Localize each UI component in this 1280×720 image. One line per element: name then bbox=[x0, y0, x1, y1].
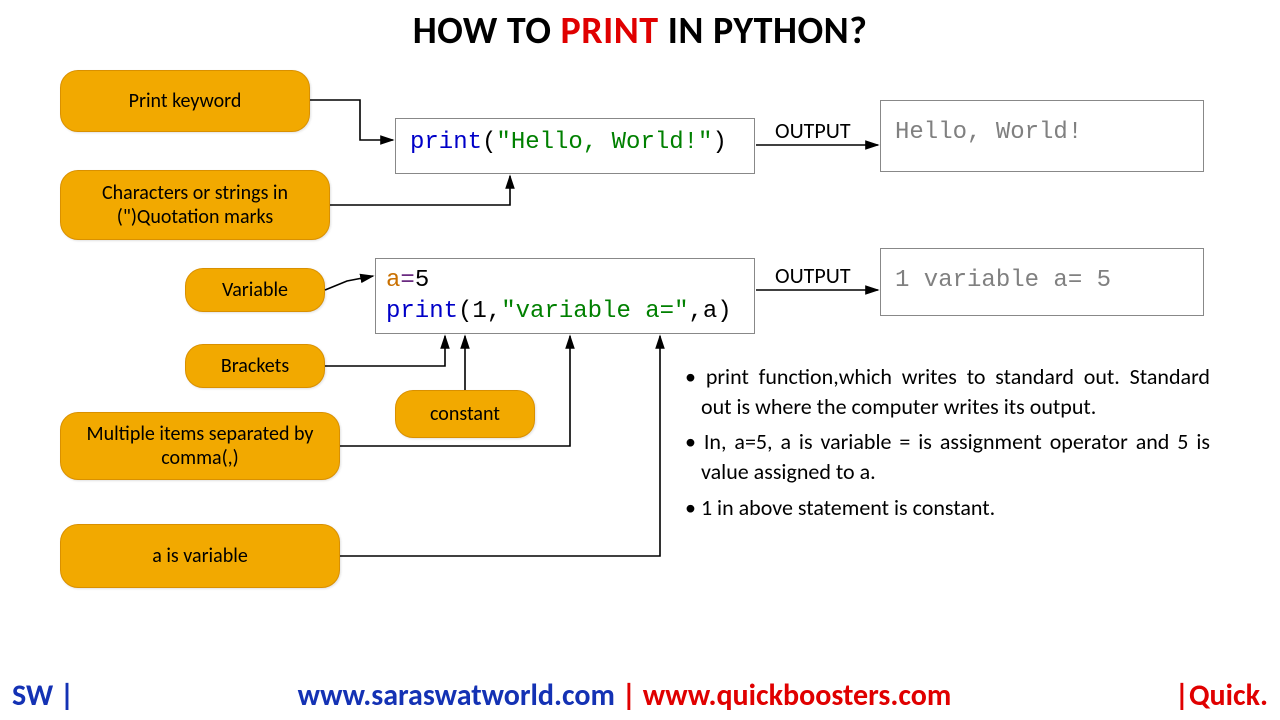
code-box-1: print("Hello, World!") bbox=[395, 118, 755, 174]
code2-arg: a bbox=[703, 298, 717, 325]
label-variable: Variable bbox=[185, 268, 325, 312]
label-brackets: Brackets bbox=[185, 344, 325, 388]
code1-close: ) bbox=[712, 129, 726, 156]
footer-url-1: www.saraswatworld.com bbox=[298, 677, 615, 714]
title-post: IN PYTHON? bbox=[659, 8, 868, 54]
code1-open: ( bbox=[482, 129, 496, 156]
footer: SW | www.saraswatworld.com | www.quickbo… bbox=[0, 677, 1280, 714]
footer-left: SW | bbox=[12, 677, 74, 714]
code2-var: a bbox=[386, 267, 400, 294]
note-1: print function,which writes to standard … bbox=[685, 362, 1210, 421]
notes-list: print function,which writes to standard … bbox=[685, 362, 1210, 528]
code2-str: "variable a=" bbox=[501, 298, 688, 325]
output-box-2: 1 variable a= 5 bbox=[880, 248, 1204, 316]
code2-open: ( bbox=[458, 298, 472, 325]
output-label-2: OUTPUT bbox=[775, 262, 851, 289]
code-box-2: a=5 print(1,"variable a=",a) bbox=[375, 258, 755, 334]
footer-sep: | bbox=[615, 677, 643, 714]
page-title: HOW TO PRINT IN PYTHON? bbox=[0, 8, 1280, 54]
label-multi-items: Multiple items separated by comma(,) bbox=[60, 412, 340, 480]
title-pre: HOW TO bbox=[413, 8, 561, 54]
code1-fn: print bbox=[410, 129, 482, 156]
code2-close: ) bbox=[717, 298, 731, 325]
footer-right: |Quick. bbox=[1175, 677, 1268, 714]
footer-mid: www.saraswatworld.com | www.quickbooster… bbox=[298, 677, 952, 714]
footer-url-2: www.quickboosters.com bbox=[643, 677, 952, 714]
label-chars-strings: Characters or strings in (")Quotation ma… bbox=[60, 170, 330, 240]
code2-eq: = bbox=[400, 267, 414, 294]
code1-str: "Hello, World!" bbox=[496, 129, 712, 156]
output-label-1: OUTPUT bbox=[775, 117, 851, 144]
code2-fn: print bbox=[386, 298, 458, 325]
note-3: 1 in above statement is constant. bbox=[685, 493, 1210, 523]
output-box-1: Hello, World! bbox=[880, 100, 1204, 172]
label-a-is-variable: a is variable bbox=[60, 524, 340, 588]
code2-c2: , bbox=[688, 298, 702, 325]
code2-val: 5 bbox=[415, 267, 429, 294]
code2-one: 1 bbox=[472, 298, 486, 325]
code2-c1: , bbox=[487, 298, 501, 325]
title-accent: PRINT bbox=[561, 8, 659, 54]
label-constant: constant bbox=[395, 390, 535, 438]
label-print-keyword: Print keyword bbox=[60, 70, 310, 132]
note-2: In, a=5, a is variable = is assignment o… bbox=[685, 427, 1210, 486]
